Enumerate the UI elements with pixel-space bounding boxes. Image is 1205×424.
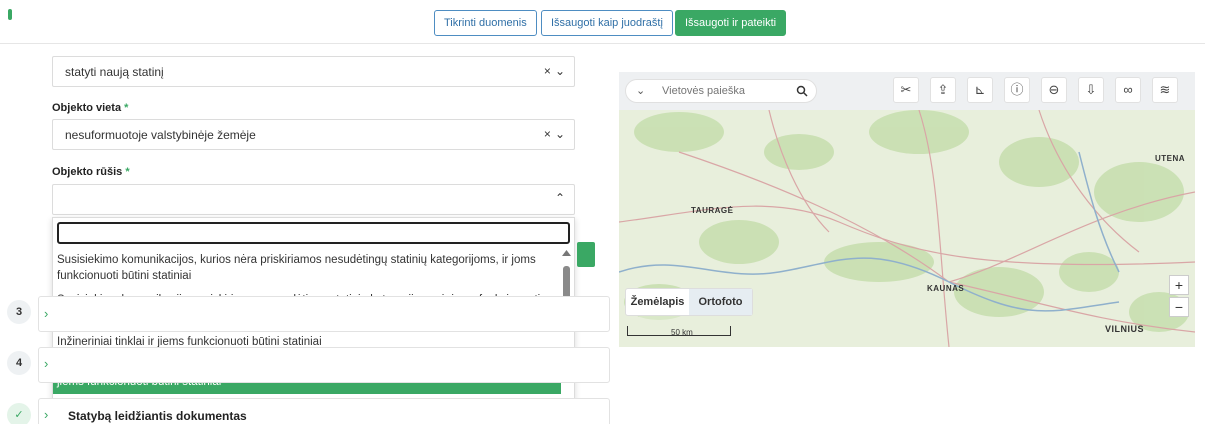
save-draft-button[interactable]: Išsaugoti kaip juodraštį xyxy=(541,10,673,36)
location-search-input[interactable] xyxy=(662,83,782,99)
map-view-option[interactable]: Žemėlapis xyxy=(626,289,689,315)
search-icon[interactable] xyxy=(796,85,808,97)
chain-icon[interactable]: ∞ xyxy=(1115,77,1141,103)
dropdown-option[interactable]: Susisiekimo komunikacijos, kurios nėra p… xyxy=(53,248,561,288)
chevron-down-icon[interactable]: ⌄ xyxy=(555,127,565,141)
import-icon[interactable]: ⇪ xyxy=(930,77,956,103)
location-label: Objekto vieta * xyxy=(52,102,129,114)
top-accent-marker xyxy=(8,9,12,20)
action-select[interactable]: statyti naują statinį × ⌄ xyxy=(52,56,575,87)
chevron-up-icon[interactable]: ⌃ xyxy=(555,191,565,205)
step-badge-4: 4 xyxy=(7,351,31,375)
chevron-down-icon[interactable]: ⌄ xyxy=(636,84,645,97)
step-badge-3: 3 xyxy=(7,300,31,324)
location-select[interactable]: nesuformuotoje valstybinėje žemėje × ⌄ xyxy=(52,119,575,150)
step-title-permit: Statybą leidžiantis dokumentas xyxy=(68,409,247,423)
step-row-3[interactable] xyxy=(38,296,610,332)
chevron-right-icon[interactable]: › xyxy=(44,306,48,321)
link-icon[interactable]: ⊖ xyxy=(1041,77,1067,103)
action-select-value: statyti naują statinį xyxy=(65,65,164,79)
map-scale-label: 50 km xyxy=(671,328,693,337)
ortho-view-option[interactable]: Ortofoto xyxy=(689,289,752,315)
info-icon[interactable]: ⓘ xyxy=(1004,77,1030,103)
chevron-right-icon[interactable]: › xyxy=(44,356,48,371)
top-action-bar: Tikrinti duomenis Išsaugoti kaip juodraš… xyxy=(0,0,1205,44)
angle-icon[interactable]: ⊾ xyxy=(967,77,993,103)
check-data-button[interactable]: Tikrinti duomenis xyxy=(434,10,537,36)
hidden-green-button[interactable] xyxy=(577,242,595,267)
object-type-label: Objekto rūšis * xyxy=(52,166,130,178)
map-widget[interactable]: TAURAGĖ UTENA KAUNAS VILNIUS ⌄ ✂ ⇪ ⊾ ⓘ ⊖… xyxy=(619,72,1195,347)
export-icon[interactable]: ⇩ xyxy=(1078,77,1104,103)
clear-icon[interactable]: × xyxy=(544,64,551,78)
base-map-toggle: Žemėlapis Ortofoto xyxy=(625,288,753,316)
step-row-4[interactable] xyxy=(38,347,610,383)
check-icon: ✓ xyxy=(7,403,31,424)
required-mark: * xyxy=(125,166,130,178)
city-label: KAUNAS xyxy=(927,284,965,293)
chevron-right-icon[interactable]: › xyxy=(44,407,48,422)
chevron-down-icon[interactable]: ⌄ xyxy=(555,64,565,78)
city-label: VILNIUS xyxy=(1105,324,1145,334)
measure-icon[interactable]: ✂ xyxy=(893,77,919,103)
zoom-in-button[interactable]: + xyxy=(1169,275,1189,295)
dropdown-search-input[interactable] xyxy=(57,222,570,244)
location-search[interactable]: ⌄ xyxy=(625,79,817,103)
map-toolbar: ⌄ ✂ ⇪ ⊾ ⓘ ⊖ ⇩ ∞ ≋ xyxy=(619,72,1195,110)
city-label: UTENA xyxy=(1155,154,1186,163)
object-type-select[interactable]: ⌃ xyxy=(52,184,575,215)
clear-icon[interactable]: × xyxy=(544,127,551,141)
zoom-out-button[interactable]: − xyxy=(1169,297,1189,317)
save-and-submit-button[interactable]: Išsaugoti ir pateikti xyxy=(675,10,787,36)
city-label: TAURAGĖ xyxy=(691,206,734,215)
required-mark: * xyxy=(124,102,129,114)
location-select-value: nesuformuotoje valstybinėje žemėje xyxy=(65,128,256,142)
layers-icon[interactable]: ≋ xyxy=(1152,77,1178,103)
